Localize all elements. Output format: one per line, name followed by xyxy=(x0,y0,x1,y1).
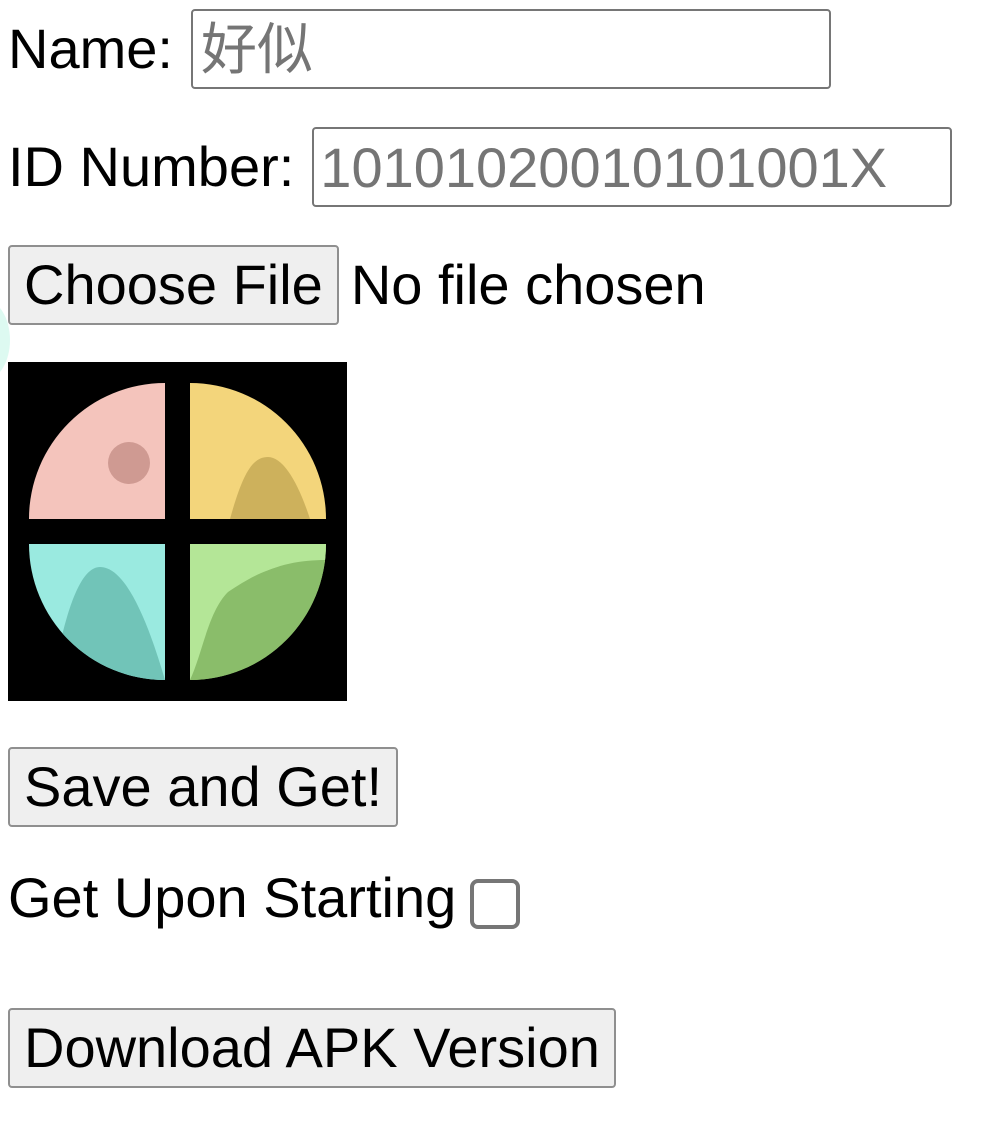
choose-file-button[interactable]: Choose File xyxy=(8,245,339,325)
name-label: Name: xyxy=(8,17,173,80)
four-quadrant-circle-logo-icon xyxy=(8,362,347,701)
save-and-get-button[interactable]: Save and Get! xyxy=(8,747,399,827)
page: Name: ID Number: Choose File No file cho… xyxy=(0,0,984,1126)
id-number-row: ID Number: xyxy=(8,127,953,207)
name-input[interactable] xyxy=(190,9,831,89)
auto-get-row: Get Upon Starting xyxy=(8,866,521,929)
download-apk-button[interactable]: Download APK Version xyxy=(8,1008,616,1088)
id-number-input[interactable] xyxy=(312,127,953,207)
file-status-text: No file chosen xyxy=(350,253,706,316)
file-chooser-row: Choose File No file chosen xyxy=(8,245,706,325)
download-row: Download APK Version xyxy=(8,1008,616,1088)
name-row: Name: xyxy=(8,9,831,89)
auto-get-label: Get Upon Starting xyxy=(8,866,457,929)
save-row: Save and Get! xyxy=(8,747,399,827)
id-number-label: ID Number: xyxy=(8,135,295,198)
auto-get-checkbox[interactable] xyxy=(470,879,521,929)
